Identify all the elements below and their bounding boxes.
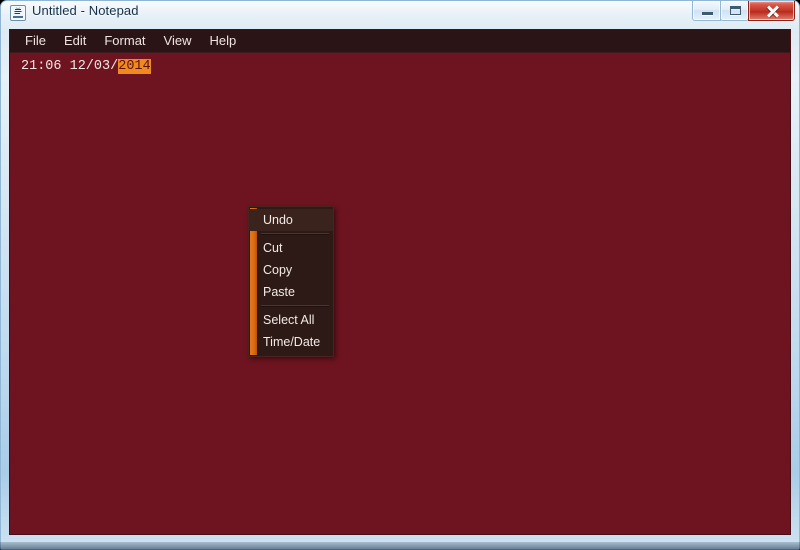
menu-bar: File Edit Format View Help [10, 30, 790, 53]
menu-file[interactable]: File [16, 31, 55, 51]
context-menu-separator [261, 305, 329, 307]
title-bar[interactable]: Untitled - Notepad [0, 0, 800, 27]
context-menu-item-undo[interactable]: Undo [249, 209, 333, 231]
context-menu-item-paste[interactable]: Paste [249, 281, 333, 303]
minimize-icon [702, 12, 713, 15]
context-menu-item-select-all[interactable]: Select All [249, 309, 333, 331]
window-controls [692, 1, 795, 23]
document-text-unselected: 21:06 12/03/ [21, 59, 119, 74]
context-menu: Undo Cut Copy Paste Select All Time/Date [248, 206, 334, 357]
context-menu-separator [261, 233, 329, 235]
taskbar-edge [0, 542, 800, 550]
menu-format[interactable]: Format [95, 31, 154, 51]
context-menu-item-time-date[interactable]: Time/Date [249, 331, 333, 353]
window-title: Untitled - Notepad [32, 3, 139, 18]
close-icon [766, 5, 779, 18]
close-button[interactable] [748, 1, 795, 21]
notepad-client-area: File Edit Format View Help 21:06 12/03/2… [9, 29, 791, 535]
notepad-icon [10, 5, 26, 21]
menu-help[interactable]: Help [200, 31, 245, 51]
maximize-icon [730, 6, 741, 15]
document-text-selected: 2014 [118, 59, 151, 74]
context-menu-item-cut[interactable]: Cut [249, 237, 333, 259]
notepad-window: Untitled - Notepad File Edit Format View… [0, 0, 800, 550]
menu-view[interactable]: View [155, 31, 201, 51]
context-menu-item-copy[interactable]: Copy [249, 259, 333, 281]
menu-edit[interactable]: Edit [55, 31, 95, 51]
maximize-button[interactable] [720, 1, 749, 21]
text-editor[interactable]: 21:06 12/03/2014 Undo Cut Copy Paste Sel… [10, 53, 790, 534]
document-text-line: 21:06 12/03/2014 [21, 58, 151, 75]
minimize-button[interactable] [692, 1, 721, 21]
